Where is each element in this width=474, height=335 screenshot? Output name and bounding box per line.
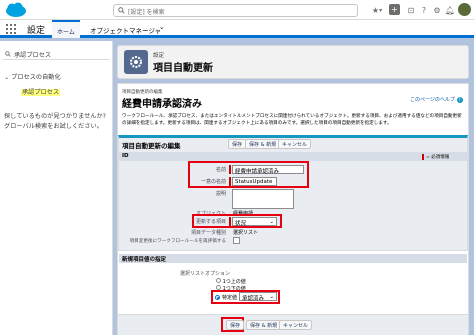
star-icon[interactable]: ★ ▾	[369, 4, 385, 16]
tab-menu-chevron-icon[interactable]: ⌄	[159, 23, 164, 31]
tab-home-label: ホーム	[57, 29, 75, 36]
app-name: 設定	[27, 26, 46, 36]
option-label: 特定値	[222, 295, 238, 301]
help-text-line2: グローバル検索をお試しください。	[4, 123, 103, 130]
footer-cancel-button[interactable]: キャンセル	[279, 320, 313, 330]
tab-home[interactable]: ホーム	[52, 20, 80, 38]
setup-gear-icon[interactable]: ⚙	[431, 4, 443, 16]
radio-unselected[interactable]	[216, 278, 221, 283]
reevaluate-label: 項目変更後にワークフロールールを再評価する	[129, 239, 226, 244]
id-section-header	[119, 152, 467, 161]
app-nav-bar: 設定 ホーム オブジェクトマネージャ ⌄	[0, 20, 474, 38]
record-description: ワークフロールール、承認プロセス、またはエンタイトルメントプロセスに関連付けられ…	[122, 114, 462, 126]
help-text-line1: 探しているものが見つかりませんか?	[4, 113, 106, 120]
required-marker	[422, 154, 424, 160]
setup-assistant-icon[interactable]: ⊡	[405, 4, 417, 16]
specific-value-select[interactable]: 承認済み ⌄	[239, 292, 277, 302]
field-to-update-value: 状況	[235, 221, 247, 227]
reevaluate-checkbox[interactable]	[233, 237, 240, 244]
radio-selected[interactable]	[215, 295, 220, 300]
add-icon[interactable]: +	[389, 4, 400, 15]
required-marker	[229, 165, 231, 174]
page-kicker: 設定	[153, 53, 165, 59]
picklist-option-label: 選択リストオプション	[180, 271, 231, 277]
name-label: 名前	[215, 167, 226, 173]
new-value-section-title: 新規項目値の指定	[122, 257, 167, 263]
avatar[interactable]	[458, 3, 471, 16]
setup-sidebar: 承認プロセス ⌄ プロセスの自動化 承認プロセス 探しているものが見つかりません…	[0, 41, 113, 335]
id-label: ID	[122, 153, 129, 159]
global-search[interactable]: [設定] を検索	[113, 4, 358, 17]
field-to-update-label: 更新する項目	[195, 219, 226, 225]
description-label: 説明	[215, 191, 226, 197]
search-icon	[118, 7, 125, 14]
tree-item-process-automation[interactable]: ⌄ プロセスの自動化	[4, 72, 61, 81]
required-legend: = 必須情報	[426, 155, 450, 160]
unique-name-label: 一意の名前	[200, 179, 226, 185]
gear-icon	[124, 50, 148, 74]
cancel-button[interactable]: キャンセル	[278, 139, 312, 149]
app-launcher-icon[interactable]	[6, 24, 16, 34]
required-marker	[229, 217, 231, 226]
datatype-value: 選択リスト	[233, 230, 259, 236]
tree-item-label: プロセスの自動化	[11, 74, 61, 81]
option-above[interactable]: 1つ上の値	[216, 278, 246, 285]
search-placeholder: [設定] を検索	[128, 9, 165, 16]
search-icon	[5, 51, 11, 57]
field-to-update-select[interactable]: 状況 ⌄	[232, 217, 277, 227]
chevron-down-icon: ⌄	[269, 294, 274, 300]
notification-icon[interactable]: 🔔︎	[444, 4, 456, 16]
new-value-section-header	[119, 254, 467, 263]
save-button[interactable]: 保存	[228, 139, 247, 149]
quick-find-value: 承認プロセス	[14, 52, 52, 59]
edit-section-title: 項目自動更新の編集	[122, 142, 181, 150]
record-title: 経費申請承認済み	[122, 99, 202, 110]
description-field[interactable]	[232, 189, 294, 209]
quick-find-input[interactable]: 承認プロセス	[3, 49, 110, 60]
save-new-button[interactable]: 保存 & 新規	[245, 139, 281, 149]
page-title: 項目自動更新	[153, 63, 213, 74]
salesforce-logo[interactable]	[4, 2, 28, 18]
datatype-label: 項目データ種別	[190, 230, 226, 236]
required-marker	[229, 177, 231, 186]
chevron-down-icon: ⌄	[269, 219, 274, 225]
tree-item-label: 承認プロセス	[21, 89, 61, 96]
footer-save-new-button[interactable]: 保存 & 新規	[246, 320, 282, 330]
tree-item-approval-processes[interactable]: 承認プロセス	[21, 87, 61, 96]
tab-object-manager[interactable]: オブジェクトマネージャ	[90, 25, 161, 35]
option-specific[interactable]: 特定値	[215, 294, 237, 301]
help-circle-icon: ?	[456, 97, 463, 103]
name-field[interactable]: 経費申請承認済み	[232, 165, 304, 175]
unique-name-field[interactable]: StatusUpdate	[232, 177, 277, 186]
help-icon[interactable]: ?	[418, 4, 430, 16]
help-link[interactable]: このページのヘルプ ?	[410, 96, 463, 103]
specific-value: 承認済み	[242, 296, 265, 302]
help-link-label: このページのヘルプ	[410, 97, 455, 103]
chevron-down-icon: ⌄	[4, 74, 10, 81]
footer-save-button[interactable]: 保存	[226, 320, 245, 330]
global-header: [設定] を検索 ★ ▾ + ⊡ ? ⚙ 🔔︎	[0, 0, 474, 20]
